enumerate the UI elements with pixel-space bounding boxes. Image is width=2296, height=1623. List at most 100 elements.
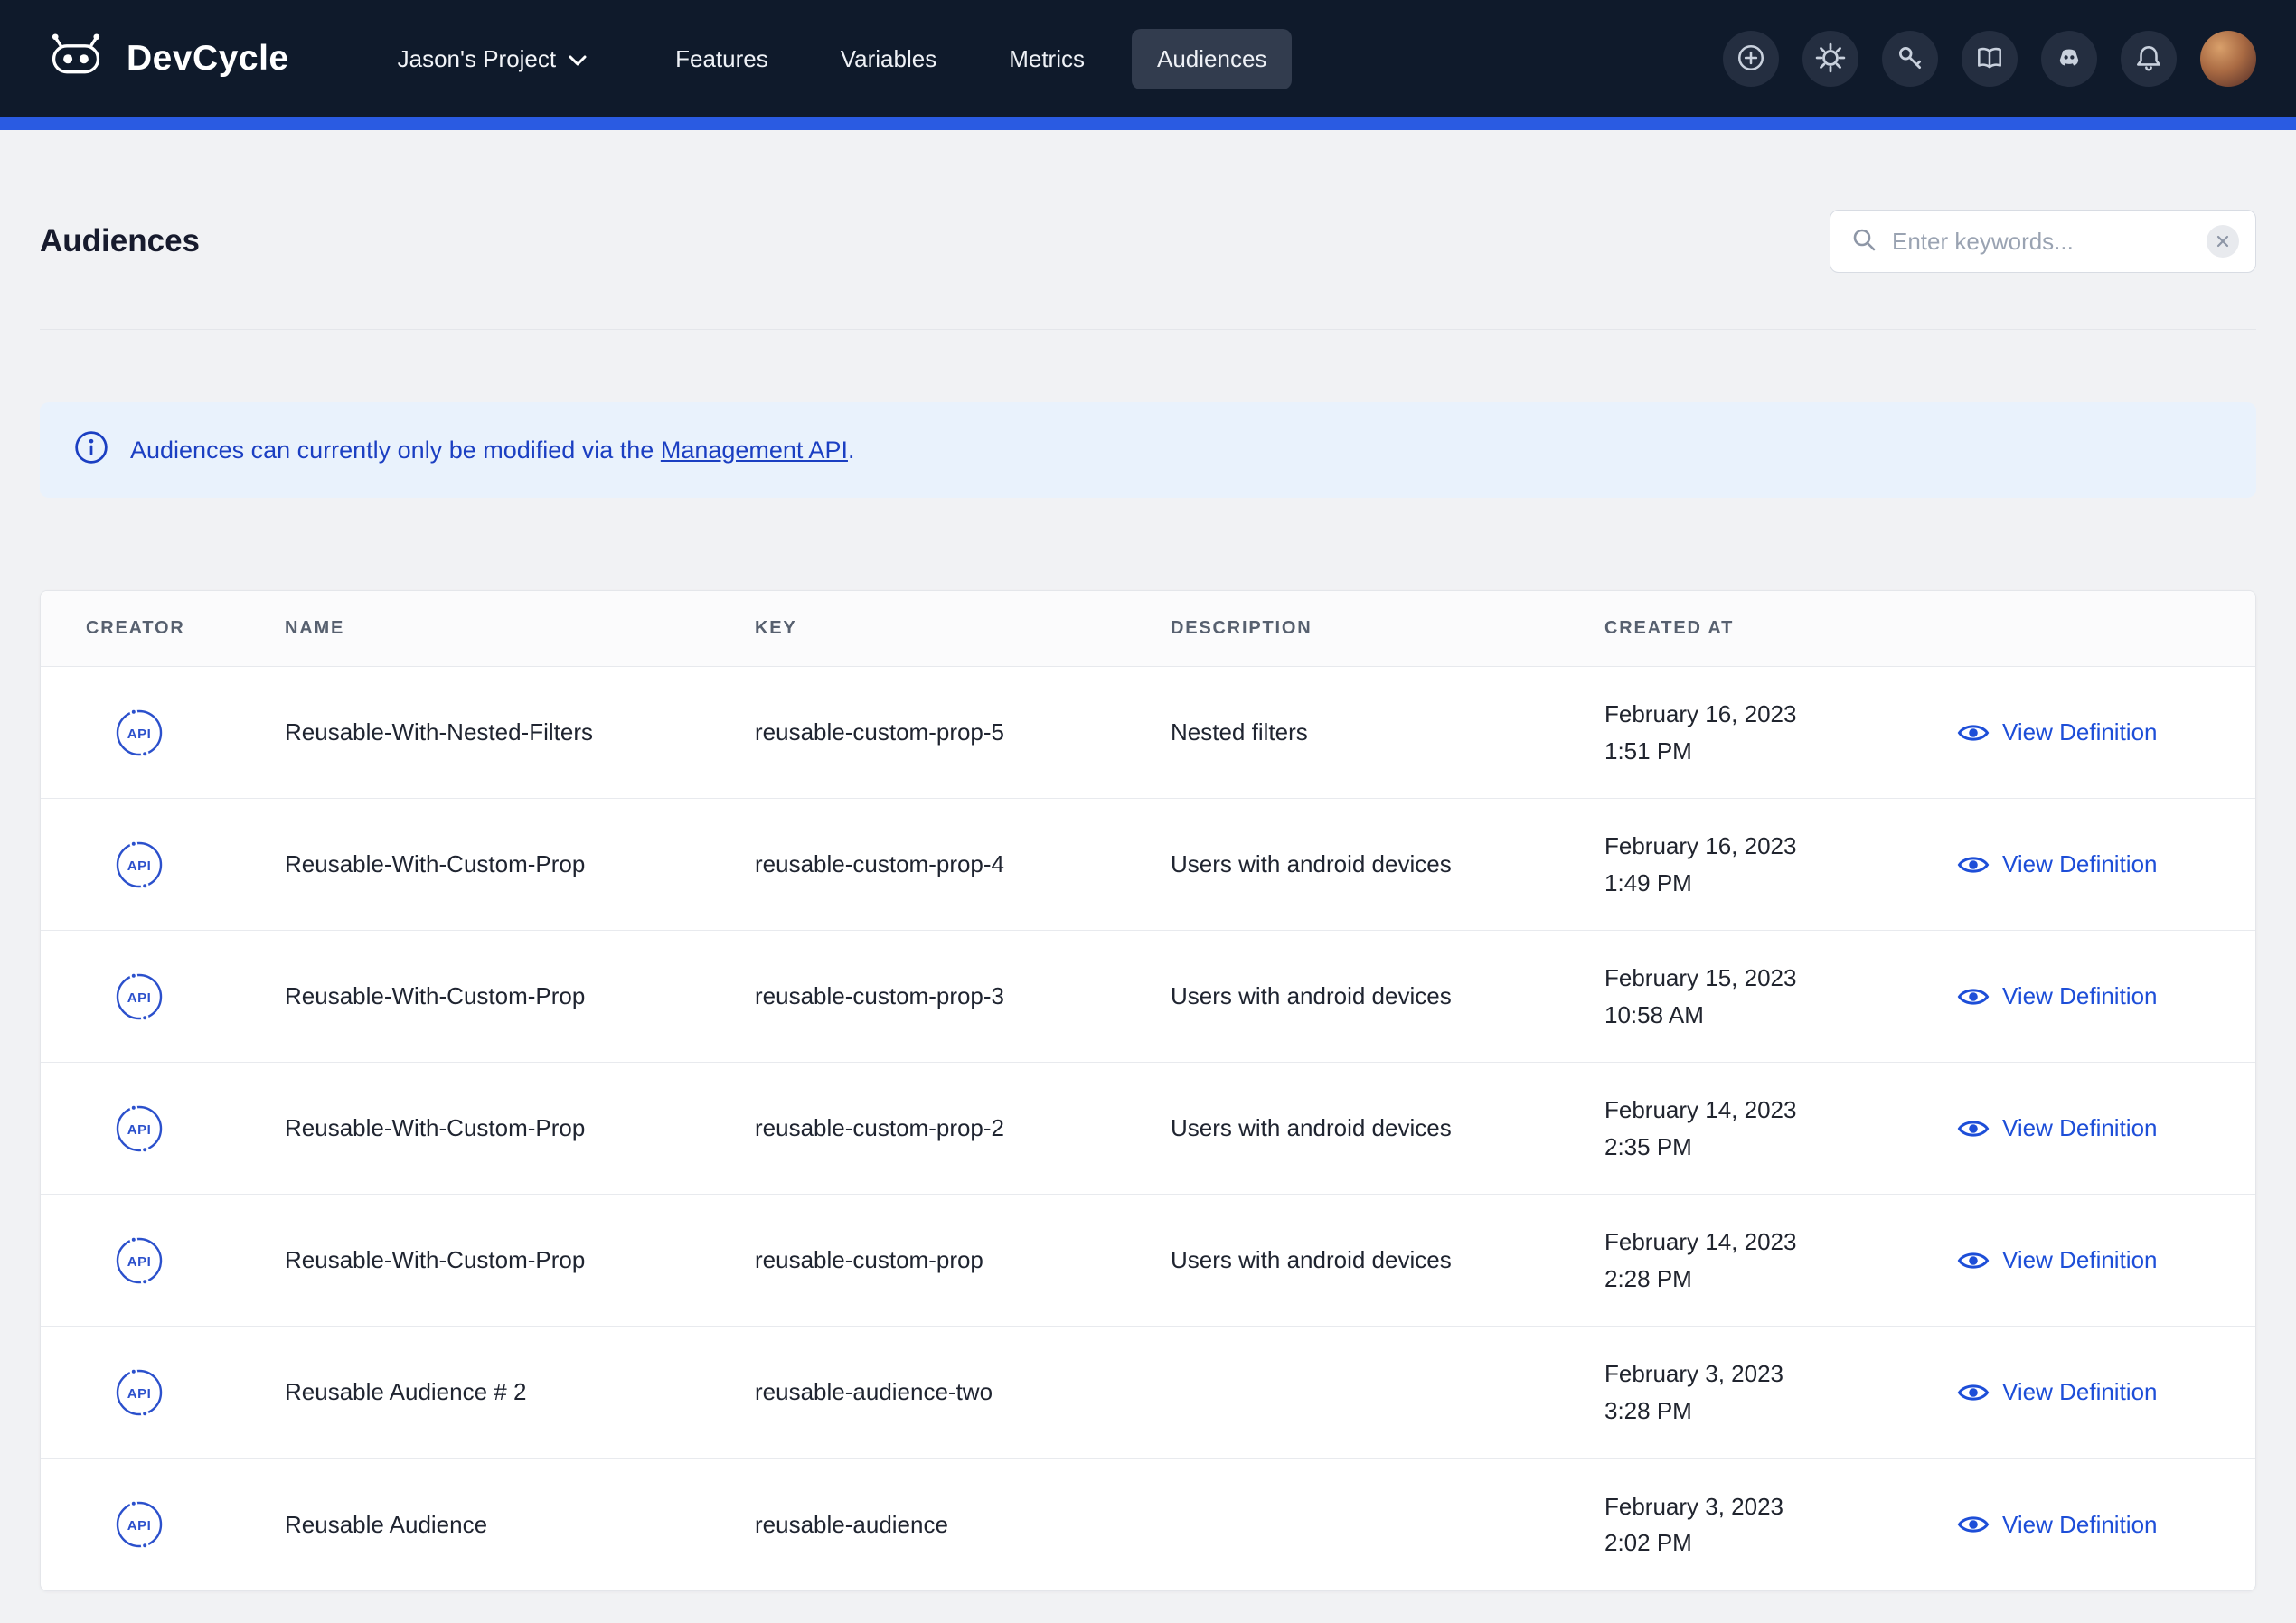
table-body: API Reusable-With-Nested-Filters reusabl… (41, 667, 2255, 1590)
eye-icon (1957, 1249, 1990, 1272)
book-icon (1974, 42, 2005, 76)
notifications-button[interactable] (2121, 31, 2177, 87)
audience-description: Nested filters (1171, 718, 1604, 746)
nav-item-audiences[interactable]: Audiences (1132, 29, 1292, 89)
header-created-at: CREATED AT (1604, 618, 1957, 639)
api-keys-button[interactable] (1882, 31, 1938, 87)
view-definition-link[interactable]: View Definition (1957, 1114, 2158, 1142)
view-definition-label: View Definition (2002, 1246, 2158, 1274)
creator-cell: API (41, 705, 285, 761)
banner-text: Audiences can currently only be modified… (130, 436, 854, 464)
actions-cell: View Definition (1957, 982, 2255, 1010)
nav-item-features[interactable]: Features (650, 29, 794, 89)
audience-name: Reusable-With-Custom-Prop (285, 1114, 755, 1142)
view-definition-link[interactable]: View Definition (1957, 1511, 2158, 1539)
search-icon (1850, 226, 1877, 258)
api-creator-icon: API (111, 837, 167, 893)
api-creator-icon: API (111, 969, 167, 1025)
search-input[interactable] (1892, 228, 2192, 256)
page-title: Audiences (40, 223, 200, 259)
actions-cell: View Definition (1957, 1246, 2255, 1274)
creator-cell: API (41, 1365, 285, 1421)
audience-name: Reusable Audience (285, 1511, 755, 1539)
banner-text-prefix: Audiences can currently only be modified… (130, 436, 661, 464)
info-icon (74, 430, 108, 471)
actions-cell: View Definition (1957, 1114, 2255, 1142)
management-api-link[interactable]: Management API (661, 436, 848, 464)
created-time: 10:58 AM (1604, 997, 1939, 1033)
brand[interactable]: DevCycle (40, 32, 289, 87)
view-definition-link[interactable]: View Definition (1957, 1246, 2158, 1274)
eye-icon (1957, 721, 1990, 745)
created-time: 2:35 PM (1604, 1129, 1939, 1165)
view-definition-label: View Definition (2002, 982, 2158, 1010)
creator-cell: API (41, 1233, 285, 1289)
actions-cell: View Definition (1957, 850, 2255, 878)
api-creator-icon: API (111, 705, 167, 761)
primary-nav: Features Variables Metrics Audiences (650, 29, 1292, 89)
banner-text-suffix: . (848, 436, 855, 464)
created-date: February 16, 2023 (1604, 696, 1939, 732)
svg-text:API: API (127, 1386, 152, 1402)
creator-cell: API (41, 837, 285, 893)
created-at-cell: February 15, 2023 10:58 AM (1604, 960, 1957, 1033)
key-icon (1895, 42, 1925, 76)
table-row: API Reusable-With-Custom-Prop reusable-c… (41, 1195, 2255, 1327)
created-date: February 15, 2023 (1604, 960, 1939, 996)
create-button[interactable] (1723, 31, 1779, 87)
audience-name: Reusable-With-Custom-Prop (285, 1246, 755, 1274)
svg-text:API: API (127, 727, 152, 742)
table-header-row: CREATOR NAME KEY DESCRIPTION CREATED AT (41, 591, 2255, 667)
nav-item-metrics[interactable]: Metrics (983, 29, 1110, 89)
creator-cell: API (41, 1101, 285, 1157)
view-definition-label: View Definition (2002, 1114, 2158, 1142)
svg-text:API: API (127, 1254, 152, 1270)
clear-search-button[interactable] (2207, 225, 2239, 258)
view-definition-link[interactable]: View Definition (1957, 850, 2158, 878)
view-definition-link[interactable]: View Definition (1957, 718, 2158, 746)
eye-icon (1957, 1381, 1990, 1404)
header-description: DESCRIPTION (1171, 618, 1604, 639)
docs-button[interactable] (1962, 31, 2018, 87)
api-creator-icon: API (111, 1496, 167, 1553)
eye-icon (1957, 1117, 1990, 1140)
page-header: Audiences (40, 130, 2256, 330)
view-definition-label: View Definition (2002, 850, 2158, 878)
settings-button[interactable] (1802, 31, 1858, 87)
audience-key: reusable-custom-prop-2 (755, 1114, 1171, 1142)
audience-key: reusable-custom-prop (755, 1246, 1171, 1274)
created-date: February 14, 2023 (1604, 1224, 1939, 1260)
discord-button[interactable] (2041, 31, 2097, 87)
navbar-actions (1723, 31, 2256, 87)
gear-icon (1815, 42, 1846, 76)
creator-cell: API (41, 969, 285, 1025)
actions-cell: View Definition (1957, 1378, 2255, 1406)
table-row: API Reusable-With-Custom-Prop reusable-c… (41, 1063, 2255, 1195)
audiences-table: CREATOR NAME KEY DESCRIPTION CREATED AT … (40, 590, 2256, 1591)
audience-key: reusable-custom-prop-5 (755, 718, 1171, 746)
created-date: February 3, 2023 (1604, 1488, 1939, 1524)
header-key: KEY (755, 618, 1171, 639)
audience-description: Users with android devices (1171, 982, 1604, 1010)
bell-icon (2133, 42, 2164, 76)
devcycle-logo-icon (40, 32, 112, 87)
eye-icon (1957, 1513, 1990, 1536)
eye-icon (1957, 853, 1990, 877)
nav-item-variables[interactable]: Variables (815, 29, 962, 89)
view-definition-link[interactable]: View Definition (1957, 1378, 2158, 1406)
plus-circle-icon (1736, 42, 1766, 76)
info-banner: Audiences can currently only be modified… (40, 402, 2256, 498)
search-box (1830, 210, 2256, 273)
actions-cell: View Definition (1957, 718, 2255, 746)
created-time: 3:28 PM (1604, 1393, 1939, 1429)
avatar[interactable] (2200, 31, 2256, 87)
created-time: 2:28 PM (1604, 1261, 1939, 1297)
view-definition-link[interactable]: View Definition (1957, 982, 2158, 1010)
project-selector[interactable]: Jason's Project (398, 45, 588, 73)
audience-name: Reusable-With-Custom-Prop (285, 982, 755, 1010)
created-at-cell: February 3, 2023 3:28 PM (1604, 1356, 1957, 1429)
audience-key: reusable-audience (755, 1511, 1171, 1539)
audience-name: Reusable-With-Custom-Prop (285, 850, 755, 878)
svg-text:API: API (127, 1122, 152, 1138)
actions-cell: View Definition (1957, 1511, 2255, 1539)
